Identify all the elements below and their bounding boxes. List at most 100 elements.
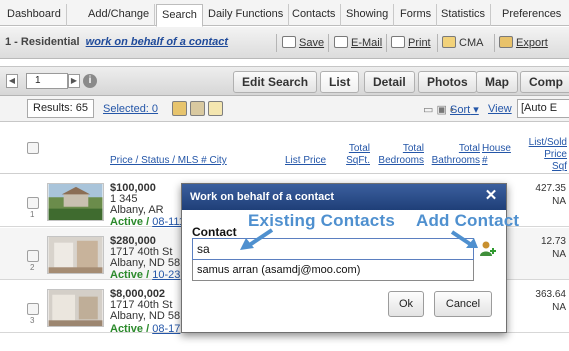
print-button[interactable]: Print [391, 34, 431, 52]
col-house-number[interactable]: House # [482, 143, 511, 167]
sold-price-sqft-value: NA [552, 249, 566, 260]
col-total-bedrooms-l1: Total [402, 143, 424, 154]
print-label: Print [408, 37, 431, 49]
context-prefix: 1 - Residential [5, 36, 80, 48]
view-link[interactable]: View [488, 103, 512, 115]
email-icon [334, 36, 348, 48]
selected-count-link[interactable]: Selected: 0 [103, 103, 158, 115]
view-detail-button[interactable]: Detail [364, 71, 415, 93]
address-line-2: Albany, AR [110, 204, 164, 216]
view-comp-button[interactable]: Comp [520, 71, 569, 93]
prev-page-button[interactable]: ◀ [6, 74, 18, 88]
divider [386, 34, 387, 52]
view-list-button[interactable]: List [320, 71, 360, 93]
col-house-number-l1: House [482, 143, 511, 154]
dialog-title: Work on behalf of a contact [182, 184, 506, 210]
cma-label: CMA [459, 37, 484, 49]
cancel-button[interactable]: Cancel [434, 291, 492, 317]
listing-photo[interactable] [47, 183, 104, 221]
email-button[interactable]: E-Mail [334, 34, 382, 52]
listing-status: Active / 08-111 [110, 216, 185, 228]
next-page-button[interactable]: ▶ [68, 74, 80, 88]
mls-number-link[interactable]: 08-17 [152, 323, 180, 335]
row-checkbox[interactable] [27, 303, 39, 315]
col-list-sold-l3: Sqf [551, 161, 567, 172]
divider [276, 34, 277, 52]
page-input[interactable]: 1 [26, 73, 68, 89]
sold-price-sqft-value: NA [552, 196, 566, 207]
col-total-bedrooms[interactable]: Total Bedrooms [376, 143, 424, 167]
save-icon [282, 36, 296, 48]
listing-status: Active / 08-17 ▾ [110, 322, 189, 335]
contact-input[interactable]: sa [192, 238, 474, 260]
cma-button[interactable]: CMA [442, 34, 483, 52]
export-button[interactable]: Export [499, 34, 548, 52]
col-price-status-mls-city[interactable]: Price / Status / MLS # City [110, 155, 227, 167]
listing-status: Active / 10-23 [110, 269, 181, 281]
col-total-bathrooms-l2: Bathrooms [431, 155, 480, 166]
tab-forms[interactable]: Forms [395, 4, 438, 26]
work-on-behalf-link[interactable]: work on behalf of a contact [86, 36, 228, 48]
listing-photo[interactable] [47, 289, 104, 327]
col-list-sold-price-sqft[interactable]: List/Sold Price Sqf [520, 137, 567, 173]
tab-add-change[interactable]: Add/Change [83, 4, 156, 26]
arrow-to-add-icon [450, 230, 478, 248]
col-list-price[interactable]: List Price [285, 155, 326, 167]
price-per-sqft-value: 12.73 [540, 236, 566, 247]
row-checkbox[interactable] [27, 197, 39, 209]
listing-address: 1717 40th St Albany, ND 5816 [110, 247, 192, 269]
ok-button[interactable]: Ok [388, 291, 424, 317]
col-list-sold-l2: Price [544, 149, 567, 160]
status-text: Active [110, 269, 144, 281]
sort-menu[interactable]: Sort ▾ [450, 103, 479, 116]
add-contact-icon[interactable] [479, 240, 497, 258]
view-photos-button[interactable]: Photos [418, 71, 477, 93]
email-label: E-Mail [351, 37, 383, 49]
info-icon[interactable]: i [83, 74, 97, 88]
people-icon[interactable] [172, 101, 187, 116]
col-total-sqft-l2: SqFt. [346, 155, 370, 166]
row-checkbox[interactable] [27, 250, 39, 262]
tab-daily-functions[interactable]: Daily Functions [203, 4, 290, 26]
printer-icon [391, 36, 405, 48]
contact-dialog: Work on behalf of a contact ✕ Contact sa… [181, 183, 507, 333]
close-icon[interactable]: ✕ [482, 187, 500, 205]
view-map-button[interactable]: Map [476, 71, 518, 93]
tab-dashboard[interactable]: Dashboard [2, 4, 67, 26]
tab-showing[interactable]: Showing [341, 4, 395, 26]
mls-number-link[interactable]: 08-111 [152, 216, 185, 228]
select-all-checkbox[interactable] [27, 142, 39, 154]
tab-search[interactable]: Search [156, 4, 203, 27]
col-total-sqft-l1: Total [348, 143, 370, 154]
col-total-sqft[interactable]: Total SqFt. [342, 143, 370, 167]
mls-number-link[interactable]: 10-23 [152, 269, 180, 281]
tab-statistics[interactable]: Statistics [436, 4, 492, 26]
price-per-sqft-value: 363.64 [535, 289, 566, 300]
col-total-bathrooms[interactable]: Total Bathrooms [428, 143, 480, 167]
tab-preferences[interactable]: Preferences [497, 4, 566, 26]
context-toolbar: 1 - Residential work on behalf of a cont… [0, 27, 569, 59]
contact-suggestion[interactable]: samus arran (asamdj@moo.com) [192, 260, 474, 281]
tab-contacts[interactable]: Contacts [287, 4, 342, 26]
list-icon[interactable] [190, 101, 205, 116]
context-label: 1 - Residential work on behalf of a cont… [5, 36, 228, 48]
sort-label: Sort [450, 104, 471, 116]
col-list-sold-l1: List/Sold [528, 137, 567, 148]
listing-address: 1717 40th St Albany, ND 5816 [110, 300, 192, 322]
main-nav: Dashboard Add/Change Search Daily Functi… [0, 0, 569, 27]
save-button[interactable]: Save [282, 34, 324, 52]
display-select[interactable]: [Auto E [517, 99, 569, 118]
listing-photo[interactable] [47, 236, 104, 274]
edit-search-button[interactable]: Edit Search [233, 71, 318, 93]
col-total-bathrooms-l1: Total [458, 143, 480, 154]
row-number: 1 [30, 210, 35, 219]
sold-price-sqft-value: NA [552, 302, 566, 313]
col-house-number-l2: # [482, 155, 488, 166]
save-label: Save [299, 37, 325, 49]
export-icon [499, 36, 513, 48]
address-line-2: Albany, ND 5816 [110, 310, 193, 322]
row-number: 2 [30, 263, 35, 272]
divider [437, 34, 438, 52]
results-bar: Results: 65 Selected: 0 ▭ ▣ ▪ Sort ▾ Vie… [0, 96, 569, 122]
edit-icon[interactable] [208, 101, 223, 116]
